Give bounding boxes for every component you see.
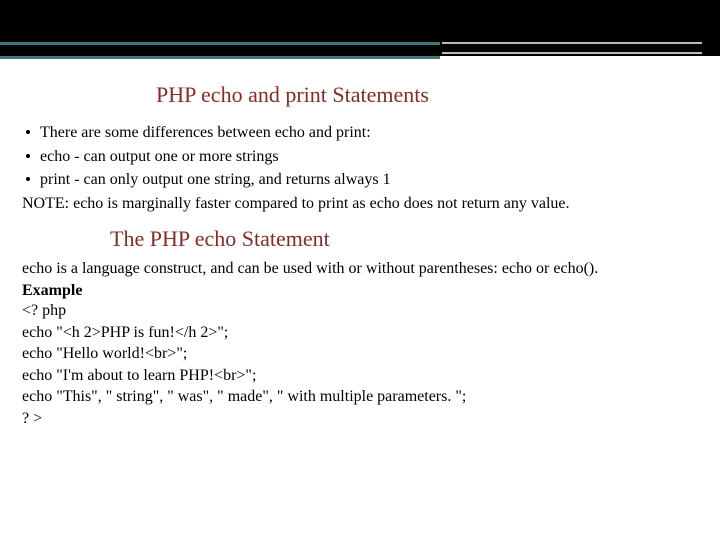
list-item: There are some differences between echo … <box>22 122 700 144</box>
accent-bar-gray-upper <box>442 42 702 44</box>
code-line: echo "<h 2>PHP is fun!</h 2>"; <box>22 322 700 344</box>
code-line: echo "This", " string", " was", " made",… <box>22 386 700 408</box>
bullet-icon <box>26 177 30 181</box>
list-item-text: There are some differences between echo … <box>40 122 700 144</box>
bullet-list: There are some differences between echo … <box>22 122 700 191</box>
slide-header-band <box>0 0 720 56</box>
list-item: echo - can output one or more strings <box>22 146 700 168</box>
list-item: print - can only output one string, and … <box>22 169 700 191</box>
code-line: echo "Hello world!<br>"; <box>22 343 700 365</box>
paragraph-text: echo is a language construct, and can be… <box>22 258 700 280</box>
accent-bar-teal-below <box>0 56 440 59</box>
code-line: <? php <box>22 300 700 322</box>
slide-title: PHP echo and print Statements <box>156 82 700 108</box>
list-item-text: echo - can output one or more strings <box>40 146 700 168</box>
code-line: echo "I'm about to learn PHP!<br>"; <box>22 365 700 387</box>
subheading: The PHP echo Statement <box>110 226 700 252</box>
note-text: NOTE: echo is marginally faster compared… <box>22 193 700 215</box>
bullet-icon <box>26 154 30 158</box>
example-label: Example <box>22 282 700 300</box>
code-block: <? php echo "<h 2>PHP is fun!</h 2>"; ec… <box>22 300 700 430</box>
accent-bar-teal <box>0 42 440 45</box>
code-line: ? > <box>22 408 700 430</box>
accent-bar-gray-lower <box>442 52 702 54</box>
bullet-icon <box>26 130 30 134</box>
list-item-text: print - can only output one string, and … <box>40 169 700 191</box>
